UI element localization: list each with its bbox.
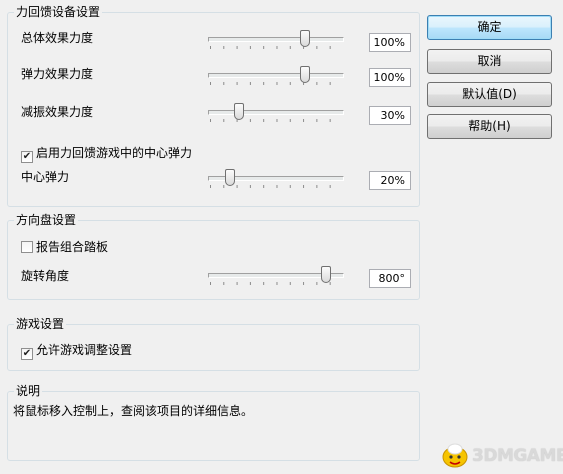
overall-strength-label: 总体效果力度 — [21, 31, 94, 45]
overall-strength-slider[interactable] — [208, 29, 344, 51]
allow-game-adjust-checkbox-row[interactable]: ✔ 允许游戏调整设置 — [21, 343, 132, 360]
description-text: 将鼠标移入控制上，查阅该项目的详细信息。 — [13, 404, 254, 418]
force-feedback-group-title: 力回馈设备设置 — [14, 5, 103, 20]
spring-strength-label: 弹力效果力度 — [21, 67, 94, 81]
watermark-text: 3DMGAME — [472, 446, 563, 466]
center-spring-slider[interactable] — [208, 168, 344, 190]
combined-pedals-checkbox-label: 报告组合踏板 — [36, 240, 109, 254]
overall-strength-value: 100% — [369, 33, 411, 52]
rotation-angle-label: 旋转角度 — [21, 269, 70, 283]
defaults-button[interactable]: 默认值(D) — [427, 82, 552, 107]
game-group-title: 游戏设置 — [14, 317, 67, 332]
force-feedback-group: 力回馈设备设置 总体效果力度 100% 弹力效果力度 100% 减振效果力度 3… — [7, 5, 420, 207]
rotation-angle-slider-thumb[interactable] — [321, 266, 332, 283]
center-spring-slider-thumb[interactable] — [224, 169, 235, 186]
mascot-icon — [442, 443, 468, 468]
center-spring-label: 中心弹力 — [21, 170, 70, 184]
allow-game-adjust-checkbox-label: 允许游戏调整设置 — [36, 343, 133, 357]
spring-strength-value: 100% — [369, 68, 411, 87]
center-spring-checkbox[interactable]: ✔ — [21, 151, 33, 163]
ok-button[interactable]: 确定 — [427, 15, 552, 40]
rotation-angle-value: 800° — [369, 269, 411, 288]
center-spring-value: 20% — [369, 171, 411, 190]
wheel-group-title: 方向盘设置 — [14, 213, 79, 228]
rotation-angle-slider[interactable] — [208, 265, 344, 287]
damper-strength-slider[interactable] — [208, 102, 344, 124]
damper-strength-label: 减振效果力度 — [21, 105, 94, 119]
overall-strength-slider-thumb[interactable] — [299, 30, 310, 47]
damper-strength-slider-thumb[interactable] — [234, 103, 245, 120]
spring-strength-slider-thumb[interactable] — [299, 66, 310, 83]
combined-pedals-checkbox-row[interactable]: 报告组合踏板 — [21, 240, 108, 255]
allow-game-adjust-checkbox[interactable]: ✔ — [21, 348, 33, 360]
wheel-group: 方向盘设置 报告组合踏板 旋转角度 800° — [7, 213, 420, 300]
description-group: 说明 将鼠标移入控制上，查阅该项目的详细信息。 — [7, 384, 420, 461]
center-spring-checkbox-label: 启用力回馈游戏中的中心弹力 — [36, 146, 193, 160]
help-button[interactable]: 帮助(H) — [427, 114, 552, 139]
description-group-title: 说明 — [14, 384, 43, 399]
combined-pedals-checkbox[interactable] — [21, 241, 33, 253]
watermark-logo: 3DMGAME — [438, 440, 563, 470]
game-group: 游戏设置 ✔ 允许游戏调整设置 — [7, 317, 420, 371]
spring-strength-slider[interactable] — [208, 65, 344, 87]
cancel-button[interactable]: 取消 — [427, 49, 552, 74]
damper-strength-value: 30% — [369, 106, 411, 125]
center-spring-checkbox-row[interactable]: ✔ 启用力回馈游戏中的中心弹力 — [21, 146, 192, 163]
